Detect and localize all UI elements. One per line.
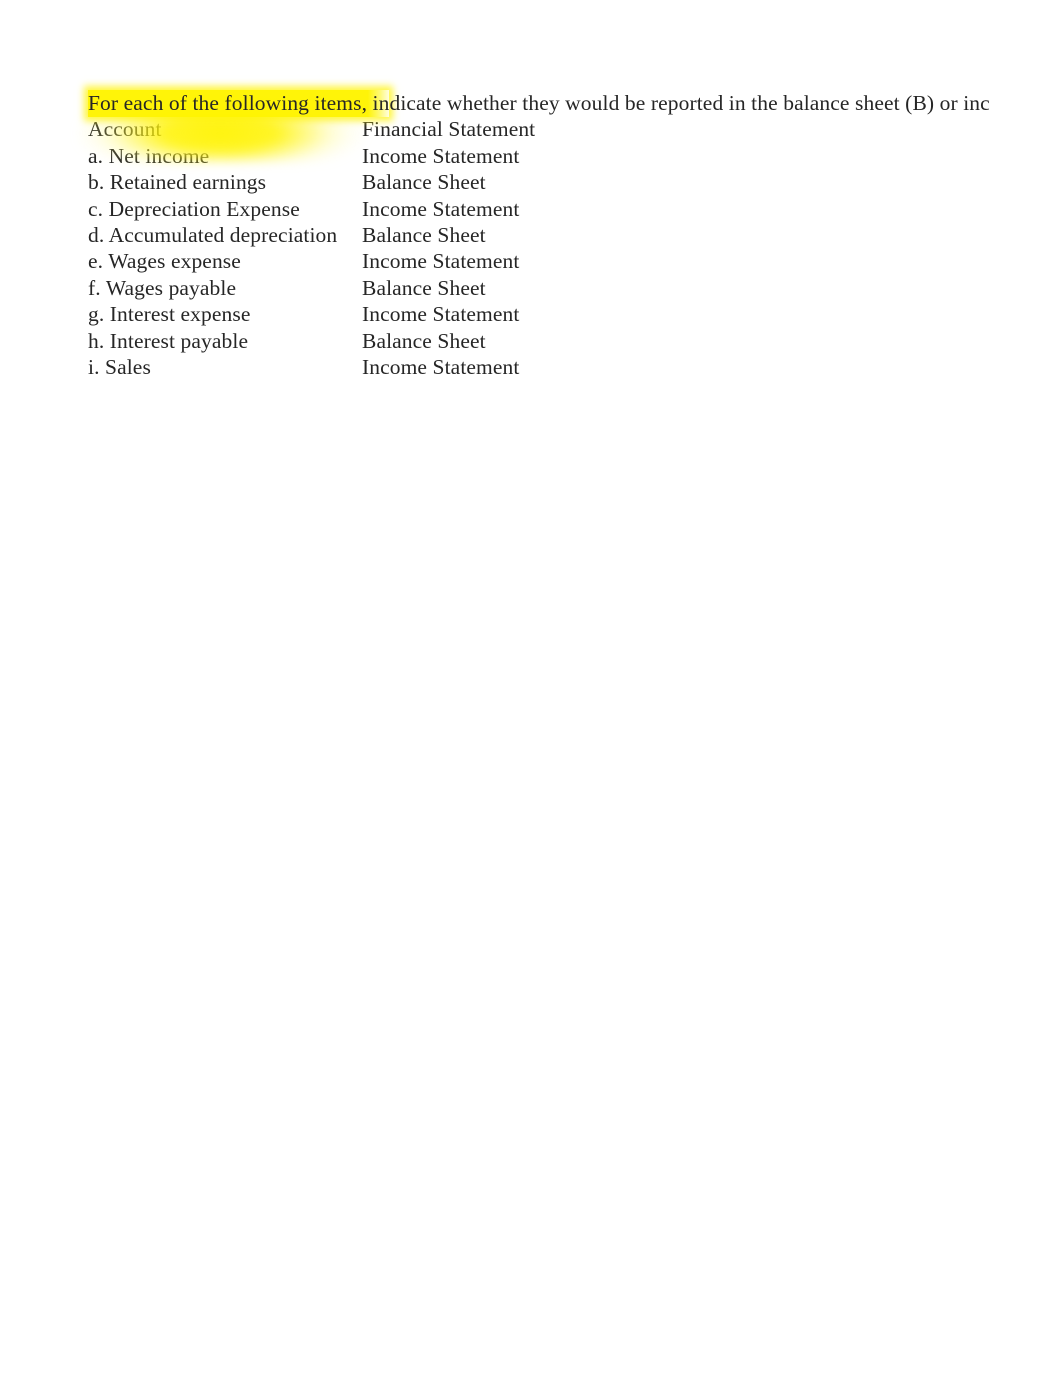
financial-statement-value: Income Statement	[362, 143, 520, 168]
account-name: a. Net income	[88, 143, 210, 168]
table-row: e. Wages expense Income Statement	[88, 248, 1038, 274]
highlighted-text: For each of the following items, in	[88, 90, 390, 117]
account-name: e. Wages expense	[88, 249, 241, 274]
table-row: b. Retained earnings Balance Sheet	[88, 169, 1038, 195]
column-header-financial-statement: Financial Statement	[362, 117, 536, 142]
financial-statement-value: Balance Sheet	[362, 328, 486, 353]
financial-statement-value: Income Statement	[362, 249, 520, 274]
table-row: d. Accumulated depreciation Balance Shee…	[88, 222, 1038, 248]
table-row: c. Depreciation Expense Income Statement	[88, 196, 1038, 222]
account-name: g. Interest expense	[88, 302, 251, 327]
financial-statement-value: Balance Sheet	[362, 222, 486, 247]
account-name: b. Retained earnings	[88, 170, 267, 195]
account-name: h. Interest payable	[88, 328, 249, 353]
question-prompt-line: For each of the following items, indicat…	[78, 42, 1038, 162]
financial-statement-value: Income Statement	[362, 196, 520, 221]
document-page: For each of the following items, indicat…	[0, 0, 1062, 1377]
table-row: a. Net income Income Statement	[88, 143, 1038, 169]
account-name: f. Wages payable	[88, 275, 237, 300]
table-row: i. Sales Income Statement	[88, 354, 1038, 380]
document-text-body: For each of the following items, indicat…	[78, 42, 1038, 380]
financial-statement-value: Income Statement	[362, 354, 520, 379]
financial-statement-value: Balance Sheet	[362, 275, 486, 300]
prompt-remaining-text: dicate whether they would be reported in…	[389, 91, 990, 115]
table-row: h. Interest payable Balance Sheet	[88, 328, 1038, 354]
account-name: c. Depreciation Expense	[88, 196, 300, 221]
table-row: f. Wages payable Balance Sheet	[88, 275, 1038, 301]
table-row: g. Interest expense Income Statement	[88, 301, 1038, 327]
financial-statement-value: Income Statement	[362, 302, 520, 327]
account-name: d. Accumulated depreciation	[88, 222, 338, 247]
table-header-row: Account Financial Statement	[88, 116, 1038, 142]
account-name: i. Sales	[88, 354, 151, 379]
financial-statement-value: Balance Sheet	[362, 170, 486, 195]
column-header-account: Account	[88, 117, 162, 142]
